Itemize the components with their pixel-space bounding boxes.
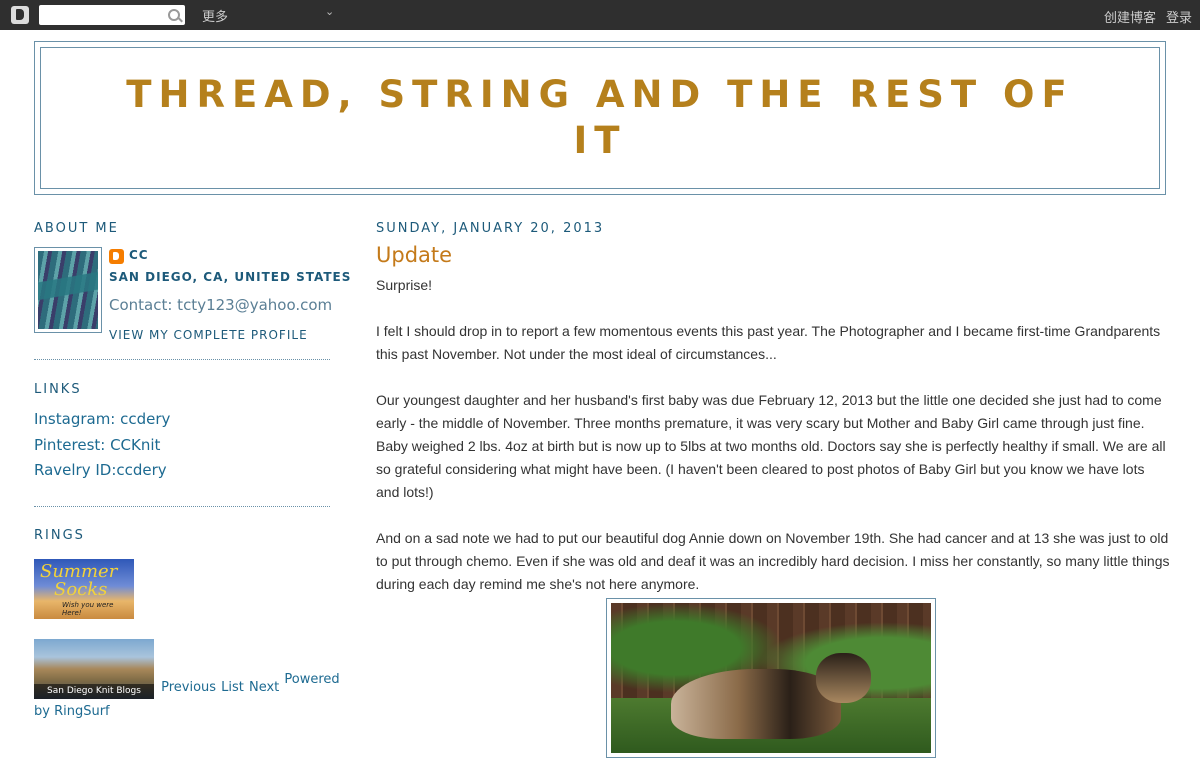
post-image-frame[interactable] xyxy=(606,598,936,758)
ring-list-link[interactable]: List xyxy=(221,680,244,695)
link-pinterest[interactable]: Pinterest: CCKnit xyxy=(34,433,330,459)
post-paragraph: I felt I should drop in to report a few … xyxy=(376,323,1161,362)
ring-nav-row: San Diego Knit Blogs Previous List Next … xyxy=(34,638,340,699)
profile-photo[interactable] xyxy=(38,251,98,329)
search-icon[interactable] xyxy=(168,9,183,23)
sidebar-divider xyxy=(34,505,330,507)
rings-heading: RINGS xyxy=(34,527,85,543)
profile-location: SAN DIEGO, CA, UNITED STATES xyxy=(109,270,352,284)
main-content: SUNDAY, JANUARY 20, 2013 Update Surprise… xyxy=(376,221,1171,758)
links-list: Instagram: ccdery Pinterest: CCKnit Rave… xyxy=(34,407,330,484)
about-me-heading: ABOUT ME xyxy=(34,221,119,236)
summer-socks-ring-badge[interactable]: Summer Socks Wish you were Here! xyxy=(34,558,134,619)
post-paragraph: And on a sad note we had to put our beau… xyxy=(376,530,1170,592)
post-paragraph: Our youngest daughter and her husband's … xyxy=(376,392,1166,500)
post-paragraph: Surprise! xyxy=(376,277,433,293)
more-menu[interactable]: 更多 xyxy=(202,6,228,25)
links-heading: LINKS xyxy=(34,382,82,397)
post-date: SUNDAY, JANUARY 20, 2013 xyxy=(376,221,605,236)
blog-header-inner: THREAD, STRING AND THE REST OF IT xyxy=(40,47,1160,189)
ring-powered-text: Powered xyxy=(284,671,340,687)
ring-next-link[interactable]: Next xyxy=(249,680,279,695)
avatar[interactable] xyxy=(34,247,102,333)
create-blog-link[interactable]: 创建博客 xyxy=(1104,7,1156,26)
blog-title[interactable]: THREAD, STRING AND THE REST OF IT xyxy=(95,72,1105,164)
san-diego-knit-blogs-badge[interactable]: San Diego Knit Blogs xyxy=(34,638,154,699)
post-title[interactable]: Update xyxy=(376,241,1171,270)
blogger-logo-icon[interactable] xyxy=(11,6,29,24)
photo-dog-head xyxy=(816,653,871,703)
search-input[interactable] xyxy=(39,5,185,25)
profile-name-link[interactable]: CC xyxy=(129,248,149,262)
login-link[interactable]: 登录 xyxy=(1166,7,1192,26)
profile-contact: Contact: tcty123@yahoo.com xyxy=(109,296,333,314)
blogger-navbar: 更多 ⌄ 创建博客 登录 xyxy=(0,0,1200,30)
view-profile-link[interactable]: VIEW MY COMPLETE PROFILE xyxy=(109,328,308,342)
sidebar: ABOUT ME CC SAN DIEGO, CA, UNITED STATES… xyxy=(34,221,350,723)
ring-previous-link[interactable]: Previous xyxy=(161,680,216,695)
sidebar-divider xyxy=(34,359,330,360)
chevron-down-icon[interactable]: ⌄ xyxy=(325,5,334,18)
post-body: Surprise! I felt I should drop in to rep… xyxy=(376,274,1171,596)
blogger-icon xyxy=(109,249,124,264)
ringsurf-link[interactable]: by RingSurf xyxy=(34,701,330,723)
dog-photo[interactable] xyxy=(611,603,931,753)
blog-header: THREAD, STRING AND THE REST OF IT xyxy=(34,41,1166,195)
link-ravelry[interactable]: Ravelry ID:ccdery xyxy=(34,458,330,484)
profile-widget: CC SAN DIEGO, CA, UNITED STATES Contact:… xyxy=(34,245,350,342)
link-instagram[interactable]: Instagram: ccdery xyxy=(34,407,330,433)
